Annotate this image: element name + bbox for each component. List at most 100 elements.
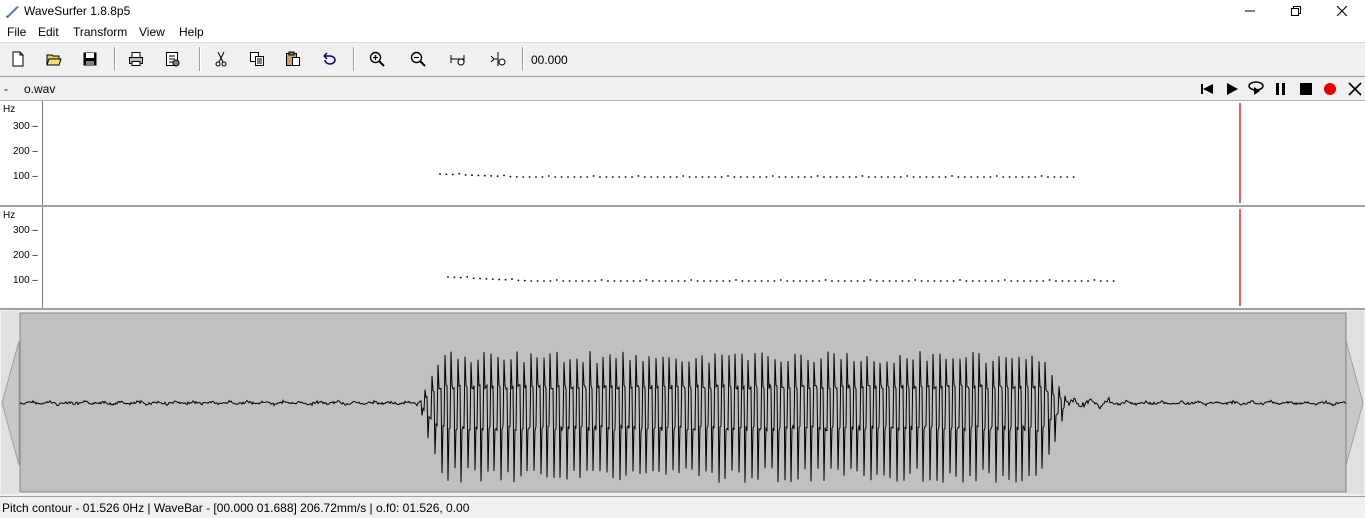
cut-button[interactable]: [209, 48, 233, 70]
skip-to-start-button[interactable]: [1198, 80, 1216, 98]
pitch-point: [1087, 280, 1089, 282]
pitch-point: [535, 176, 537, 178]
pitch-point: [671, 280, 673, 282]
close-window-button[interactable]: [1319, 0, 1365, 22]
status-text: Pitch contour - 01.526 0Hz | WaveBar - […: [2, 501, 470, 515]
pitch-point: [575, 280, 577, 282]
pause-button[interactable]: [1272, 80, 1290, 98]
axis-unit: Hz: [3, 104, 16, 115]
stop-button[interactable]: [1297, 80, 1315, 98]
paste-button[interactable]: [281, 48, 305, 70]
copy-button[interactable]: [245, 48, 269, 70]
new-file-button[interactable]: [6, 48, 30, 70]
menu-help[interactable]: Help: [179, 25, 204, 39]
pitch-point: [632, 280, 635, 282]
pitch-point: [1072, 176, 1075, 178]
sound-menu-dash[interactable]: -: [4, 82, 8, 96]
pitch-point: [765, 176, 768, 178]
pitch-point: [466, 276, 469, 278]
pitch-point: [951, 175, 953, 177]
pitch-point: [727, 175, 729, 177]
properties-button[interactable]: [160, 48, 184, 70]
pitch-point: [675, 176, 678, 178]
pitch-point: [778, 176, 781, 178]
pitch-point: [901, 280, 904, 282]
app-icon: [6, 6, 19, 18]
menu-transform[interactable]: Transform: [73, 25, 127, 39]
zoom-out-button[interactable]: [406, 48, 430, 70]
menu-view[interactable]: View: [139, 25, 165, 39]
pitch-point: [907, 280, 910, 282]
pitch-point: [522, 176, 525, 178]
pitch-point: [607, 280, 609, 282]
pitch-point: [728, 280, 731, 282]
zoom-in-button[interactable]: [365, 48, 389, 70]
pitch-point: [447, 276, 449, 278]
pitch-point: [599, 176, 601, 178]
zoom-fit-icon: [450, 55, 465, 66]
pitch-pane-1[interactable]: Hz 300 – 200 – 100 –: [0, 101, 1365, 205]
tick-300: 300 –: [12, 225, 38, 236]
pitch-point: [855, 176, 857, 178]
pitch-point: [811, 280, 814, 282]
pitch-point: [579, 176, 582, 178]
pitch-point: [1048, 279, 1051, 281]
pitch-point: [1021, 176, 1024, 178]
undo-icon: [323, 52, 336, 65]
pitch-point: [816, 175, 819, 177]
pitch-point: [624, 176, 627, 178]
pitch-point: [453, 276, 456, 279]
pitch-point: [1034, 176, 1037, 178]
pitch-axis: Hz 300 – 200 – 100 –: [0, 207, 43, 308]
pitch-point: [677, 280, 680, 282]
wavebar-canvas[interactable]: [0, 311, 1365, 494]
pitch-point: [944, 176, 947, 178]
pitch-point: [989, 176, 992, 178]
open-file-button[interactable]: [42, 48, 66, 70]
tick-100: 100 –: [12, 171, 38, 182]
restore-button[interactable]: [1273, 0, 1319, 22]
menu-file[interactable]: File: [7, 25, 26, 39]
pitch-point: [592, 175, 595, 177]
pitch-point: [823, 176, 825, 178]
play-button[interactable]: [1223, 80, 1241, 98]
wavebar[interactable]: [0, 311, 1365, 494]
pitch-point: [741, 280, 744, 282]
pitch-point: [477, 174, 480, 177]
pitch-point: [645, 279, 648, 281]
window-title: WaveSurfer 1.8.8p5: [24, 4, 131, 18]
close-sound-button[interactable]: [1346, 80, 1364, 98]
pitch-point: [837, 280, 840, 282]
scissors-icon: [215, 51, 227, 67]
print-button[interactable]: [124, 48, 148, 70]
pitch-point: [445, 173, 448, 176]
undo-button[interactable]: [317, 48, 341, 70]
pitch-point: [528, 176, 531, 178]
pitch-contour-plot[interactable]: [43, 207, 1365, 308]
zoom-fit-button[interactable]: [446, 48, 470, 70]
pitch-point: [498, 278, 501, 281]
play-loop-button[interactable]: [1247, 80, 1265, 98]
pitch-point: [611, 176, 614, 178]
zoom-selection-button[interactable]: [486, 48, 510, 70]
menu-edit[interactable]: Edit: [38, 25, 59, 39]
record-button[interactable]: [1321, 80, 1339, 98]
save-button[interactable]: [78, 48, 102, 70]
pitch-point: [959, 279, 961, 281]
pitch-point: [605, 176, 608, 178]
pane-divider[interactable]: [0, 308, 1365, 310]
close-icon: [1348, 82, 1362, 96]
minimize-icon: [1245, 10, 1255, 12]
pitch-pane-2[interactable]: Hz 300 – 200 – 100 –: [0, 207, 1365, 308]
pitch-point: [927, 280, 929, 282]
pitch-point: [792, 280, 795, 282]
pitch-point: [984, 280, 987, 282]
pitch-point: [991, 280, 993, 282]
pitch-point: [703, 280, 705, 282]
copy-icon: [250, 52, 264, 66]
pitch-point: [771, 175, 774, 177]
properties-icon: [166, 52, 180, 67]
pitch-point: [530, 280, 533, 282]
minimize-button[interactable]: [1227, 0, 1273, 22]
pitch-contour-plot[interactable]: [43, 101, 1365, 205]
